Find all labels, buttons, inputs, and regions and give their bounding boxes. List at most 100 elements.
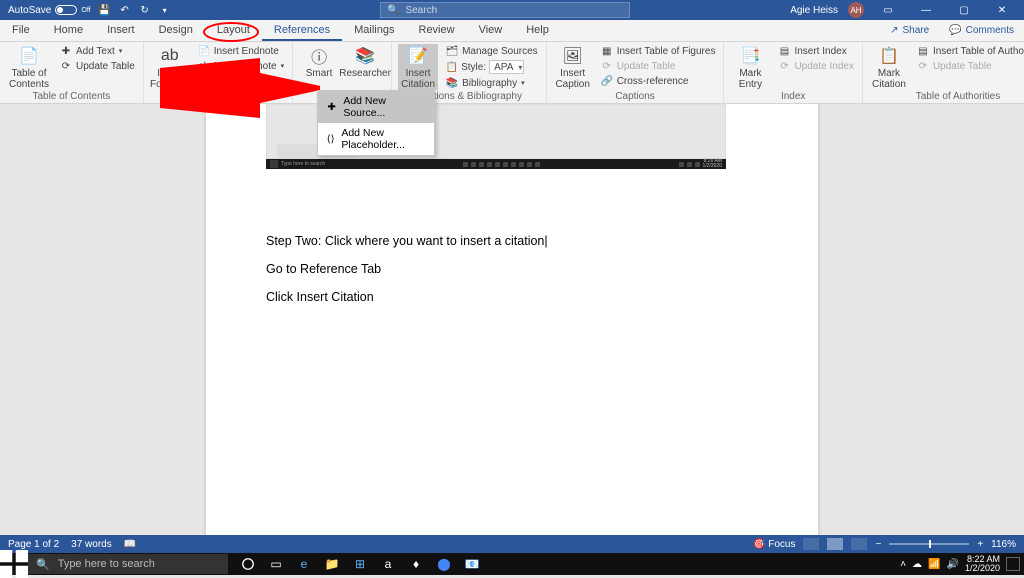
cross-reference-button[interactable]: 🔗Cross-reference <box>599 74 718 88</box>
insert-caption-button[interactable]: 🖼 Insert Caption <box>553 44 593 90</box>
page[interactable]: Type here to search 8:20 AM 1/2/2020 Ste… <box>206 104 818 535</box>
embed-date: 1/2/2020 <box>703 164 722 169</box>
tab-design[interactable]: Design <box>147 20 205 41</box>
task-view-icon[interactable]: ▭ <box>262 553 290 575</box>
autosave-state: Off <box>81 7 90 14</box>
taskbar-app-5[interactable]: ♦ <box>402 553 430 575</box>
qat-more-icon[interactable]: ▾ <box>159 4 171 16</box>
document-text[interactable]: Step Two: Click where you want to insert… <box>266 234 548 318</box>
style-value[interactable]: APA <box>489 60 524 74</box>
update-captions-icon: ⟳ <box>601 60 613 72</box>
group-label-authorities: Table of Authorities <box>869 91 1024 103</box>
show-notes-button[interactable]: ▤Show Notes <box>196 74 286 88</box>
table-of-contents-button[interactable]: 📄 Table of Contents <box>6 44 52 90</box>
insert-table-figures-button[interactable]: ▦Insert Table of Figures <box>599 44 718 58</box>
tab-layout[interactable]: Layout <box>205 20 262 41</box>
print-layout-button[interactable] <box>827 538 843 550</box>
spellcheck-icon[interactable]: 📖 <box>124 539 136 550</box>
read-mode-button[interactable] <box>803 538 819 550</box>
notification-center-icon[interactable] <box>1006 557 1020 571</box>
redo-icon[interactable]: ↻ <box>139 4 151 16</box>
bibliography-button[interactable]: 📚Bibliography▾ <box>444 76 540 90</box>
doc-line-2: Go to Reference Tab <box>266 262 548 276</box>
minimize-icon[interactable]: — <box>912 0 940 20</box>
start-button[interactable] <box>0 553 28 575</box>
windows-taskbar: 🔍 Type here to search ▭ e 📁 ⊞ a ♦ ⬤ 📧 ˄ … <box>0 553 1024 575</box>
add-source-icon: ✚ <box>326 101 337 113</box>
save-icon[interactable]: 💾 <box>99 4 111 16</box>
next-footnote-button[interactable]: abNext Footnote▾ <box>196 59 286 73</box>
update-index-button[interactable]: ⟳Update Index <box>776 59 856 73</box>
smart-icon: ⓘ <box>309 46 329 66</box>
user-avatar[interactable]: AH <box>848 2 864 18</box>
insert-footnote-button[interactable]: ab Insert Footnote <box>150 44 190 90</box>
add-text-icon: ✚ <box>60 45 72 57</box>
tab-view[interactable]: View <box>467 20 515 41</box>
add-text-button[interactable]: ✚Add Text▾ <box>58 44 137 58</box>
tab-file[interactable]: File <box>0 20 42 41</box>
insert-authorities-button[interactable]: ▤Insert Table of Authorities <box>915 44 1024 58</box>
manage-sources-button[interactable]: 🗂Manage Sources <box>444 44 540 58</box>
taskbar-app-4[interactable]: a <box>374 553 402 575</box>
researcher-icon: 📚 <box>355 46 375 66</box>
xref-icon: 🔗 <box>601 75 613 87</box>
zoom-level[interactable]: 116% <box>991 539 1016 550</box>
update-authorities-button[interactable]: ⟳Update Table <box>915 59 1024 73</box>
tab-review[interactable]: Review <box>407 20 467 41</box>
maximize-icon[interactable]: ▢ <box>950 0 978 20</box>
user-name[interactable]: Agie Heiss <box>790 5 838 16</box>
citation-style-select[interactable]: 📋 Style: APA <box>444 59 540 75</box>
tab-mailings[interactable]: Mailings <box>342 20 406 41</box>
tray-chevron-up-icon[interactable]: ˄ <box>900 559 906 570</box>
taskbar-app-3[interactable]: ⊞ <box>346 553 374 575</box>
update-toc-button[interactable]: ⟳Update Table <box>58 59 137 73</box>
zoom-out-button[interactable]: − <box>875 539 881 550</box>
mark-citation-button[interactable]: 📋 Mark Citation <box>869 44 909 90</box>
tab-insert[interactable]: Insert <box>95 20 147 41</box>
taskbar-app-7[interactable]: 📧 <box>458 553 486 575</box>
web-layout-button[interactable] <box>851 538 867 550</box>
group-label-index: Index <box>730 91 856 103</box>
tray-volume-icon[interactable]: 🔊 <box>947 559 959 570</box>
zoom-slider[interactable] <box>889 543 969 545</box>
insert-citation-button[interactable]: 📝 Insert Citation <box>398 44 438 90</box>
researcher-button[interactable]: 📚 Researcher <box>345 44 385 79</box>
taskbar-clock[interactable]: 8:22 AM 1/2/2020 <box>965 555 1000 574</box>
share-button[interactable]: ↗Share <box>880 20 939 41</box>
taskbar-app-6[interactable]: ⬤ <box>430 553 458 575</box>
add-new-placeholder-item[interactable]: ⟨⟩ Add New Placeholder... <box>318 123 434 155</box>
page-indicator[interactable]: Page 1 of 2 <box>8 539 59 550</box>
undo-icon[interactable]: ↶ <box>119 4 131 16</box>
document-area[interactable]: Type here to search 8:20 AM 1/2/2020 Ste… <box>0 104 1024 535</box>
cortana-icon[interactable] <box>234 553 262 575</box>
windows-search[interactable]: 🔍 Type here to search <box>28 554 228 574</box>
taskbar-app-1[interactable]: e <box>290 553 318 575</box>
word-count[interactable]: 37 words <box>71 539 112 550</box>
tray-wifi-icon[interactable]: 📶 <box>928 559 940 570</box>
zoom-in-button[interactable]: + <box>977 539 983 550</box>
mark-entry-button[interactable]: 📑 Mark Entry <box>730 44 770 90</box>
ribbon-options-icon[interactable]: ▭ <box>874 0 902 20</box>
tab-help[interactable]: Help <box>514 20 561 41</box>
update-captions-button[interactable]: ⟳Update Table <box>599 59 718 73</box>
close-icon[interactable]: ✕ <box>988 0 1016 20</box>
search-box[interactable]: 🔍 Search <box>380 2 630 18</box>
add-new-source-item[interactable]: ✚ Add New Source... <box>318 91 434 123</box>
autosave-toggle[interactable]: AutoSave Off <box>8 5 91 16</box>
taskbar-app-2[interactable]: 📁 <box>318 553 346 575</box>
tab-references[interactable]: References <box>262 20 342 41</box>
insert-endnote-button[interactable]: 📄Insert Endnote <box>196 44 286 58</box>
tray-onedrive-icon[interactable]: ☁ <box>912 559 922 570</box>
style-icon: 📋 <box>446 61 458 73</box>
smart-lookup-button[interactable]: ⓘ Smart <box>299 44 339 79</box>
focus-mode-button[interactable]: 🎯 Focus <box>753 539 795 550</box>
insert-index-button[interactable]: ▤Insert Index <box>776 44 856 58</box>
insert-citation-menu: ✚ Add New Source... ⟨⟩ Add New Placehold… <box>317 90 435 156</box>
comments-button[interactable]: 💬Comments <box>939 20 1024 41</box>
windows-search-placeholder: Type here to search <box>58 558 155 570</box>
placeholder-icon: ⟨⟩ <box>326 133 335 145</box>
doc-line-1: Step Two: Click where you want to insert… <box>266 234 544 248</box>
tab-home[interactable]: Home <box>42 20 95 41</box>
search-icon: 🔍 <box>387 5 399 16</box>
status-bar: Page 1 of 2 37 words 📖 🎯 Focus − + 116% <box>0 535 1024 553</box>
